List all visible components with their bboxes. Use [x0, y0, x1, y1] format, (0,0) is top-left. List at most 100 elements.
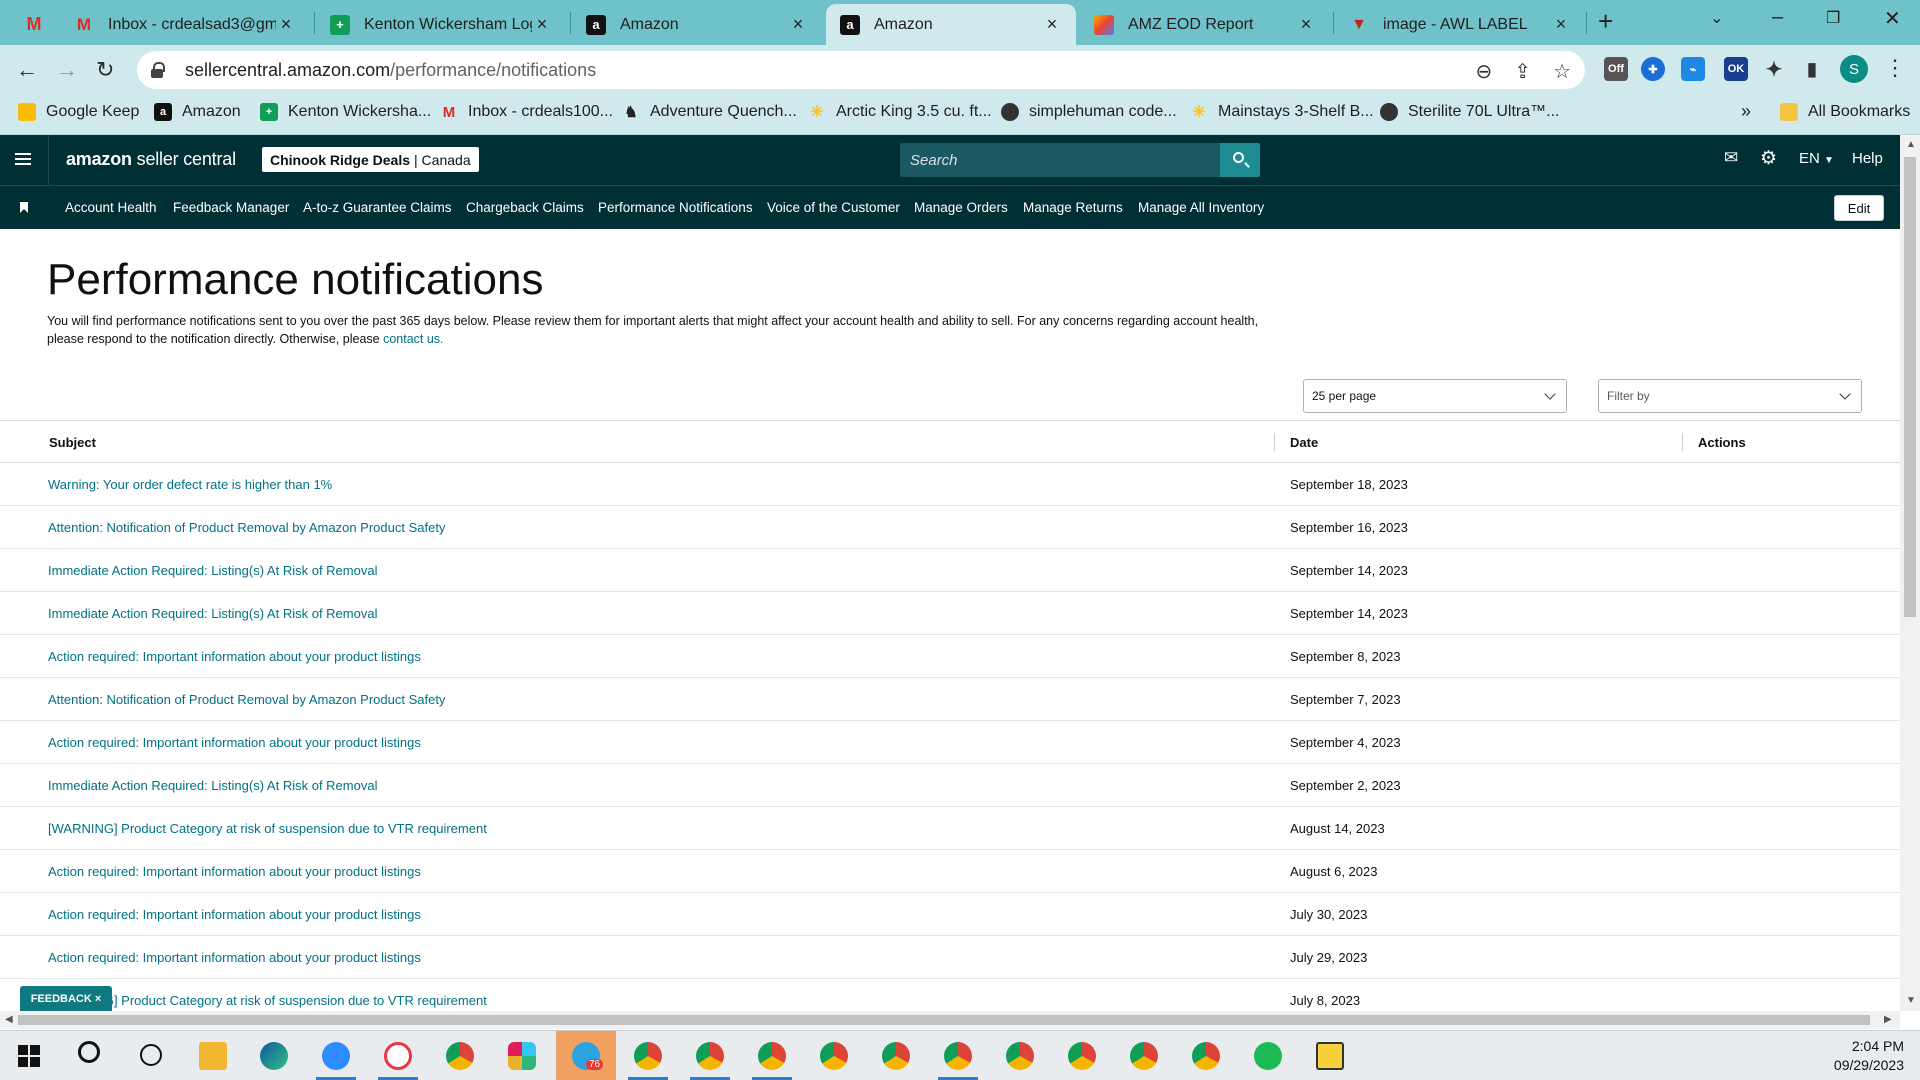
language-selector[interactable]: EN ▼	[1799, 150, 1834, 167]
notification-subject-link[interactable]: Warning: Your order defect rate is highe…	[48, 477, 332, 492]
gmail-pinned-tab[interactable]: M	[14, 4, 58, 45]
new-tab-button[interactable]: +	[1598, 6, 1613, 37]
back-button[interactable]: ←	[16, 57, 38, 83]
close-tab-icon[interactable]: ×	[1551, 14, 1571, 35]
notification-subject-link[interactable]: Attention: Notification of Product Remov…	[48, 520, 445, 535]
scroll-left-icon[interactable]: ◀	[5, 1014, 13, 1025]
address-bar[interactable]: sellercentral.amazon.com/performance/not…	[137, 51, 1585, 89]
tab-awl-label[interactable]: ▼ image - AWL LABEL ×	[1335, 4, 1585, 45]
notification-subject-link[interactable]: Attention: Notification of Product Remov…	[48, 692, 445, 707]
scroll-right-icon[interactable]: ▶	[1884, 1014, 1892, 1025]
bookmark-kenton-log[interactable]: + Kenton Wickersha...	[260, 103, 431, 121]
chrome-profile-icon[interactable]	[1068, 1042, 1096, 1070]
vertical-scroll-thumb[interactable]	[1904, 157, 1916, 617]
nav-manage-returns[interactable]: Manage Returns	[1023, 200, 1123, 215]
nav-account-health[interactable]: Account Health	[65, 200, 157, 215]
restore-button[interactable]: ❐	[1826, 8, 1840, 28]
file-explorer-icon[interactable]	[199, 1042, 227, 1070]
close-window-button[interactable]: ✕	[1884, 6, 1901, 31]
forward-button[interactable]: →	[56, 57, 78, 83]
bookmark-arctic-king[interactable]: ✳ Arctic King 3.5 cu. ft...	[808, 103, 991, 121]
bookmark-google-keep[interactable]: Google Keep	[18, 103, 139, 121]
chrome-profile-icon[interactable]	[820, 1042, 848, 1070]
close-tab-icon[interactable]: ×	[1042, 14, 1062, 35]
tab-sheets-log[interactable]: + Kenton Wickersham Log ×	[316, 4, 566, 45]
vertical-scrollbar[interactable]: ▲ ▼	[1900, 135, 1920, 1011]
subject-header[interactable]: Subject	[49, 435, 96, 450]
profile-avatar[interactable]: S	[1840, 55, 1868, 83]
bookmark-star-icon[interactable]: ☆	[1553, 59, 1571, 84]
notification-subject-link[interactable]: Immediate Action Required: Listing(s) At…	[48, 778, 377, 793]
bookmark-inbox[interactable]: M Inbox - crdeals100...	[440, 103, 613, 121]
extension-link-icon[interactable]: ⌁	[1681, 57, 1705, 81]
tab-search-icon[interactable]: ⌄	[1710, 8, 1723, 28]
tab-amazon-active[interactable]: a Amazon ×	[826, 4, 1076, 45]
extension-ok-icon[interactable]: OK	[1724, 57, 1748, 81]
reload-button[interactable]: ↻	[96, 57, 114, 83]
notification-subject-link[interactable]: Action required: Important information a…	[48, 907, 421, 922]
windows-start-icon[interactable]	[18, 1045, 40, 1067]
tab-eod-report[interactable]: AMZ EOD Report ×	[1080, 4, 1330, 45]
store-switcher[interactable]: Chinook Ridge Deals | Canada	[262, 147, 479, 172]
chrome-profile-icon[interactable]	[1130, 1042, 1158, 1070]
search-input[interactable]: Search	[900, 143, 1260, 177]
feedback-button[interactable]: FEEDBACK ×	[20, 986, 112, 1011]
nav-voice-of-customer[interactable]: Voice of the Customer	[767, 200, 900, 215]
bookmark-icon[interactable]	[20, 202, 28, 213]
per-page-select[interactable]: 25 per page	[1303, 379, 1567, 413]
zoom-icon[interactable]	[322, 1042, 350, 1070]
notification-subject-link[interactable]: [WARNING] Product Category at risk of su…	[48, 821, 487, 836]
all-bookmarks-button[interactable]: All Bookmarks	[1780, 103, 1910, 121]
search-button[interactable]	[1220, 143, 1260, 177]
lock-icon[interactable]	[151, 62, 165, 78]
tab-gmail-inbox[interactable]: M Inbox - crdealsad3@gmail ×	[60, 4, 310, 45]
date-header[interactable]: Date	[1290, 435, 1318, 450]
close-tab-icon[interactable]: ×	[532, 14, 552, 35]
chrome-icon[interactable]	[446, 1042, 474, 1070]
horizontal-scroll-thumb[interactable]	[18, 1015, 1870, 1025]
minimize-button[interactable]: –	[1772, 6, 1783, 29]
more-bookmarks-button[interactable]: »	[1741, 101, 1751, 122]
close-tab-icon[interactable]: ×	[1296, 14, 1316, 35]
bookmark-amazon[interactable]: a Amazon	[154, 103, 241, 121]
nav-manage-inventory[interactable]: Manage All Inventory	[1138, 200, 1264, 215]
cortana-icon[interactable]	[140, 1044, 162, 1066]
bookmark-sterilite[interactable]: Sterilite 70L Ultra™...	[1380, 103, 1559, 121]
nav-chargeback-claims[interactable]: Chargeback Claims	[466, 200, 584, 215]
mail-icon[interactable]: ✉	[1724, 148, 1738, 168]
notification-subject-link[interactable]: [WARNING] Product Category at risk of su…	[48, 993, 487, 1008]
extension-off-icon[interactable]: Off	[1604, 57, 1628, 81]
spotify-icon[interactable]	[1254, 1042, 1282, 1070]
notification-subject-link[interactable]: Immediate Action Required: Listing(s) At…	[48, 606, 377, 621]
search-icon[interactable]	[78, 1041, 100, 1063]
notification-subject-link[interactable]: Immediate Action Required: Listing(s) At…	[48, 563, 377, 578]
bookmark-simplehuman[interactable]: simplehuman code...	[1001, 103, 1177, 121]
zoom-icon[interactable]: ⊖	[1476, 59, 1493, 84]
nav-a-to-z-claims[interactable]: A-to-z Guarantee Claims	[303, 200, 452, 215]
notification-subject-link[interactable]: Action required: Important information a…	[48, 864, 421, 879]
chrome-profile-icon[interactable]	[696, 1042, 724, 1070]
notification-subject-link[interactable]: Action required: Important information a…	[48, 649, 421, 664]
bookmark-adventure-quench[interactable]: ♞ Adventure Quench...	[622, 103, 797, 121]
menu-icon[interactable]	[15, 153, 31, 165]
nav-manage-orders[interactable]: Manage Orders	[914, 200, 1008, 215]
gear-icon[interactable]: ⚙	[1760, 147, 1777, 170]
tab-amazon-1[interactable]: a Amazon ×	[572, 4, 822, 45]
horizontal-scrollbar[interactable]: ◀ ▶	[0, 1011, 1900, 1029]
scroll-up-icon[interactable]: ▲	[1906, 139, 1916, 150]
edge-icon[interactable]	[260, 1042, 288, 1070]
extension-blue-icon[interactable]: ✚	[1641, 57, 1665, 81]
side-panel-icon[interactable]: ▮	[1800, 57, 1824, 81]
chrome-profile-icon[interactable]	[634, 1042, 662, 1070]
snipping-tool-icon[interactable]	[384, 1042, 412, 1070]
nav-performance-notifications[interactable]: Performance Notifications	[598, 200, 753, 215]
seller-central-logo[interactable]: amazon seller central	[66, 149, 236, 170]
close-tab-icon[interactable]: ×	[788, 14, 808, 35]
browser-menu-icon[interactable]: ⋮	[1884, 55, 1906, 81]
filter-select[interactable]: Filter by	[1598, 379, 1862, 413]
sticky-notes-icon[interactable]	[1316, 1042, 1344, 1070]
chrome-profile-icon[interactable]	[1006, 1042, 1034, 1070]
notification-subject-link[interactable]: Action required: Important information a…	[48, 950, 421, 965]
scroll-down-icon[interactable]: ▼	[1906, 995, 1916, 1006]
help-link[interactable]: Help	[1852, 150, 1883, 167]
